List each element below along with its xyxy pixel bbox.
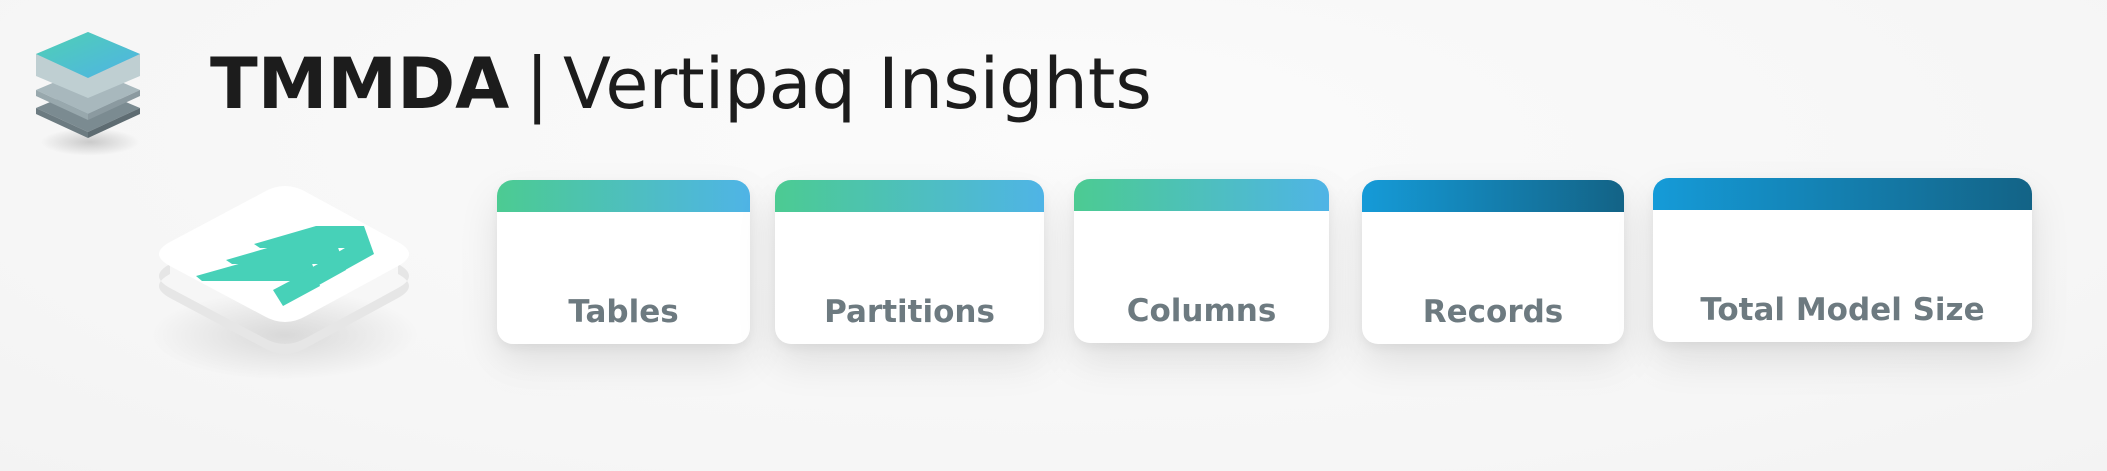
layered-stack-icon <box>32 28 144 140</box>
card-label: Partitions <box>824 294 995 330</box>
triple-chevron-icon <box>140 178 430 368</box>
stat-card-total-model-size: Total Model Size <box>1653 178 2032 342</box>
stat-card-partitions: Partitions <box>775 180 1044 344</box>
card-label: Total Model Size <box>1700 292 1985 328</box>
title-separator: | <box>525 43 549 125</box>
brand-name: TMMDA <box>210 43 510 125</box>
card-label: Tables <box>568 294 679 330</box>
card-accent-bar <box>1362 180 1624 212</box>
report-header: TMMDA | Vertipaq Insights Tables Partiti… <box>0 0 2107 471</box>
page-title: TMMDA | Vertipaq Insights <box>210 34 1152 134</box>
card-accent-bar <box>497 180 750 212</box>
card-label: Records <box>1422 294 1564 330</box>
card-label: Columns <box>1126 293 1277 329</box>
card-accent-bar <box>1074 179 1329 211</box>
card-accent-bar <box>775 180 1044 212</box>
card-accent-bar <box>1653 178 2032 210</box>
stat-card-records: Records <box>1362 180 1624 344</box>
stat-card-columns: Columns <box>1074 179 1329 343</box>
page-subtitle: Vertipaq Insights <box>562 43 1152 125</box>
stat-card-tables: Tables <box>497 180 750 344</box>
